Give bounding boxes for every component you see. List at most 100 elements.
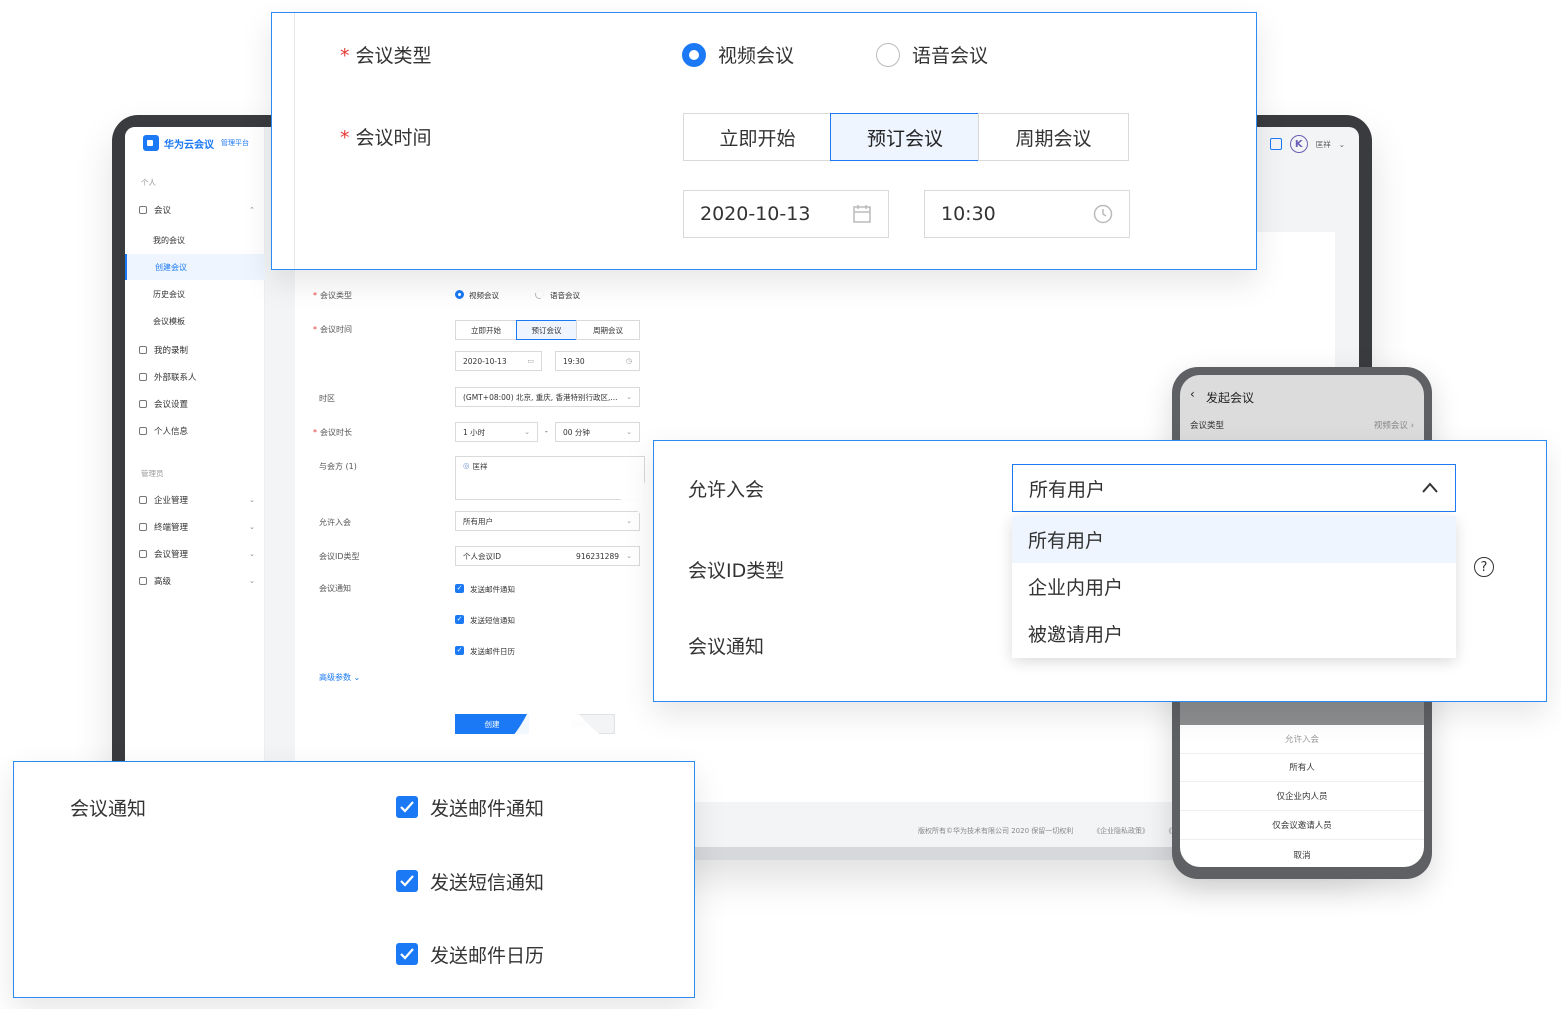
zoom-radio-video-label: 视频会议	[718, 45, 795, 67]
time-value: 10:30	[941, 203, 996, 225]
chevron-up-icon	[1421, 479, 1439, 502]
label-meeting-time: * 会议时间	[313, 325, 352, 334]
phone-header: ‹ 发起会议 会议类型 视频会议 ›	[1180, 375, 1424, 440]
user-icon: ◎	[463, 461, 470, 470]
chevron-down-icon[interactable]: ⌄	[1339, 140, 1345, 149]
user-name[interactable]: 匡祥	[1316, 139, 1331, 150]
sidebar-sub-history[interactable]: 历史会议	[125, 281, 265, 307]
tab-recurring[interactable]: 周期会议	[576, 320, 640, 340]
globe-icon	[139, 550, 147, 558]
brand-name: 华为云会议	[164, 139, 214, 151]
checkbox-sms-notify[interactable]: ✓	[455, 615, 464, 624]
sidebar-item-label: 会议设置	[154, 400, 189, 410]
meeting-id-value: 916231289	[576, 551, 619, 561]
sidebar-item-settings[interactable]: 会议设置	[125, 391, 265, 417]
participant-chip: 匡祥	[472, 462, 488, 471]
label-notify: 会议通知	[319, 584, 351, 593]
help-icon[interactable]: ?	[1474, 557, 1494, 577]
sidebar-item-label: 个人信息	[154, 427, 189, 437]
phone-row-label: 会议类型	[1190, 421, 1225, 431]
time-input[interactable]: 19:30 ◷	[555, 351, 640, 371]
camera-logo-icon	[143, 135, 159, 151]
zoom-checkbox-calendar[interactable]	[396, 943, 418, 965]
participants-box[interactable]: ◎ 匡祥	[455, 456, 645, 500]
document-icon	[139, 346, 147, 354]
zoom-radio-video[interactable]	[682, 43, 706, 67]
sheet-option-invited[interactable]: 仅会议邀请人员	[1180, 811, 1424, 840]
zoom-label-allow-join: 允许入会	[688, 479, 765, 501]
date-input[interactable]: 2020-10-13 ▭	[455, 351, 542, 371]
allow-join-select[interactable]: 所有用户 ⌄	[455, 511, 640, 531]
zoom-date-input[interactable]: 2020-10-13	[683, 190, 889, 238]
user-icon	[139, 427, 147, 435]
zoom-checkbox-sms[interactable]	[396, 870, 418, 892]
zoom-label-meeting-id-type: 会议ID类型	[688, 560, 785, 582]
dropdown-option-enterprise-users[interactable]: 企业内用户	[1012, 563, 1456, 610]
sidebar-item-recordings[interactable]: 我的录制	[125, 337, 265, 363]
zoom-radio-voice[interactable]	[876, 43, 900, 67]
label-participants: 与会方 (1)	[319, 462, 357, 471]
zoom-time-input[interactable]: 10:30	[924, 190, 1130, 238]
divider	[294, 13, 295, 269]
phone-row-value[interactable]: 视频会议 ›	[1374, 419, 1414, 431]
radio-video[interactable]	[455, 290, 464, 299]
chevron-down-icon: ⌄	[249, 550, 255, 558]
zoom-tab-schedule[interactable]: 预订会议	[830, 113, 980, 161]
dropdown-option-all-users[interactable]: 所有用户	[1012, 516, 1456, 563]
sidebar-item-contacts[interactable]: 外部联系人	[125, 364, 265, 390]
zoom-tab-start-now[interactable]: 立即开始	[683, 113, 832, 161]
sidebar-item-profile[interactable]: 个人信息	[125, 418, 265, 444]
advanced-params-link[interactable]: 高级参数 ⌄	[319, 672, 360, 683]
app-logo[interactable]: 华为云会议 管理平台	[143, 135, 249, 151]
group-personal: 个人	[141, 178, 156, 187]
duration-minutes-select[interactable]: 00 分钟 ⌄	[555, 422, 640, 442]
monitor-icon	[139, 523, 147, 531]
meeting-id-select[interactable]: 个人会议ID 916231289 ⌄	[455, 546, 640, 566]
sidebar-item-label: 高级	[154, 577, 172, 587]
sheet-title: 允许入会	[1180, 725, 1424, 754]
date-value: 2020-10-13	[700, 203, 811, 225]
sidebar-item-advanced[interactable]: 高级 ⌄	[125, 568, 265, 594]
sidebar-item-label: 会议管理	[154, 550, 189, 560]
callout-connector-bottom	[480, 650, 660, 762]
chevron-down-icon: ⌄	[249, 523, 255, 531]
sidebar-sub-create-meeting[interactable]: 创建会议	[125, 254, 265, 280]
zoom-tab-recurring[interactable]: 周期会议	[978, 113, 1129, 161]
callout-connector-right	[620, 470, 656, 530]
duration-hours-select[interactable]: 1 小时 ⌄	[455, 422, 538, 442]
sidebar-item-meeting[interactable]: 会议 ⌃	[125, 197, 265, 223]
action-sheet: 允许入会 所有人 仅企业内人员 仅会议邀请人员 取消	[1180, 725, 1424, 867]
allow-join-select-open[interactable]: 所有用户	[1012, 464, 1456, 512]
tab-schedule[interactable]: 预订会议	[516, 320, 577, 340]
calendar-icon	[139, 206, 147, 214]
sidebar-sub-templates[interactable]: 会议模板	[125, 308, 265, 334]
checklist-icon[interactable]	[1269, 138, 1282, 150]
dropdown-option-invited-users[interactable]: 被邀请用户	[1012, 610, 1456, 657]
top-right-bar: K 匡祥 ⌄	[1269, 135, 1345, 153]
zoom-label-meeting-time: * 会议时间	[340, 127, 432, 149]
chevron-down-icon: ⌄	[626, 552, 632, 560]
sheet-option-all[interactable]: 所有人	[1180, 753, 1424, 782]
checkbox-email-notify[interactable]: ✓	[455, 584, 464, 593]
sidebar-item-enterprise[interactable]: 企业管理 ⌄	[125, 487, 265, 513]
avatar[interactable]: K	[1289, 135, 1308, 153]
checkbox-calendar-notify[interactable]: ✓	[455, 646, 464, 655]
chevron-up-icon: ⌃	[249, 206, 255, 214]
chevron-down-icon: ⌄	[524, 428, 530, 436]
sidebar-item-devices[interactable]: 终端管理 ⌄	[125, 514, 265, 540]
timezone-select[interactable]: (GMT+08:00) 北京, 重庆, 香港特别行政区,... ⌄	[455, 387, 640, 407]
sheet-cancel[interactable]: 取消	[1180, 840, 1424, 867]
label-meeting-type: * 会议类型	[313, 291, 352, 300]
footer-privacy-link[interactable]: 《企业隐私政策》	[1093, 826, 1149, 836]
sheet-option-enterprise[interactable]: 仅企业内人员	[1180, 782, 1424, 811]
zoom-panel-notifications: 会议通知 发送邮件通知 发送短信通知 发送邮件日历	[13, 761, 695, 998]
tab-start-now[interactable]: 立即开始	[455, 320, 517, 340]
marketing-composite: 华为云会议 管理平台 个人 会议 ⌃ 我的会议 创建会议 历史会议 会议模板 我…	[0, 0, 1561, 1009]
zoom-panel-meeting-type-time: * 会议类型 视频会议 语音会议 * 会议时间 立即开始 预订会议 周期会议 202…	[271, 12, 1257, 270]
zoom-panel-allow-join: 允许入会 会议ID类型 会议通知 所有用户 所有用户 企业内用户 被邀请用户 ?	[653, 440, 1547, 702]
zoom-checkbox-sms-label: 发送短信通知	[430, 872, 545, 894]
zoom-checkbox-email[interactable]	[396, 796, 418, 818]
sidebar-sub-my-meetings[interactable]: 我的会议	[125, 227, 265, 253]
back-arrow-icon[interactable]: ‹	[1190, 387, 1195, 401]
sidebar-item-meeting-admin[interactable]: 会议管理 ⌄	[125, 541, 265, 567]
